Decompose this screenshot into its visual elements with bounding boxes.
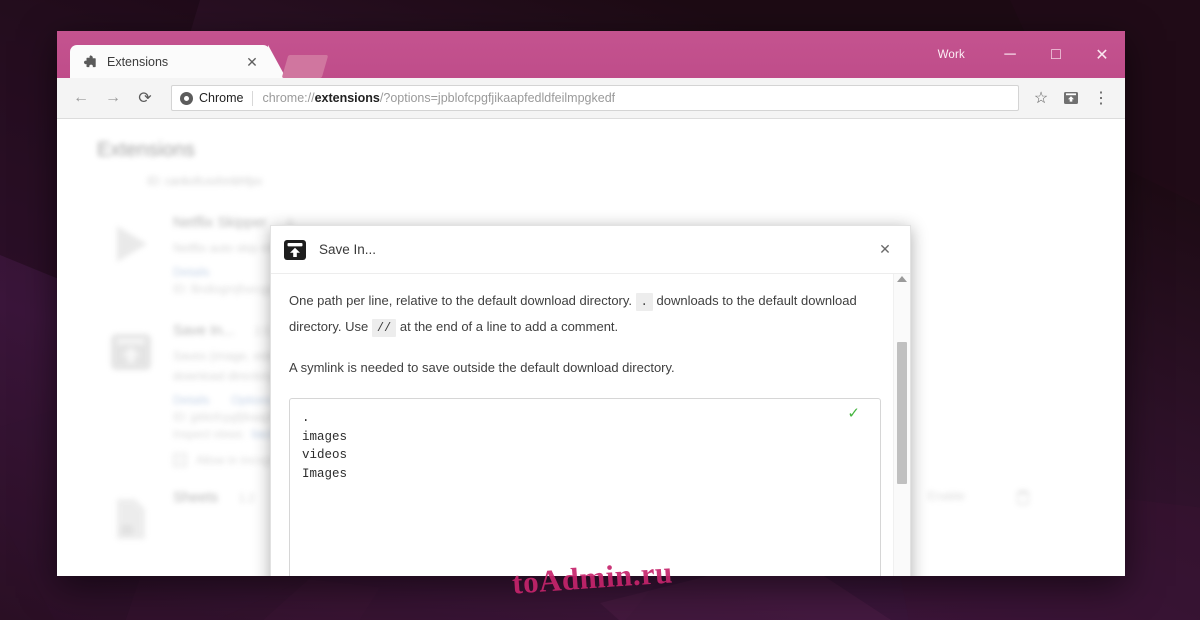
- options-link[interactable]: Options: [231, 393, 272, 407]
- checkbox-box: [173, 452, 187, 467]
- chrome-menu-icon[interactable]: ⋮: [1087, 84, 1115, 112]
- url-suffix: /?options=jpblofcpgfjikaapfedldfeilmpgke…: [379, 91, 616, 105]
- browser-window: Extensions ✕ Work ─ □ ✕ ← → ⟳ Chrome chr…: [57, 31, 1125, 576]
- url-text: chrome://extensions/?options=jpblofcpgfj…: [262, 91, 615, 105]
- chrome-logo-icon: [180, 91, 193, 105]
- dialog-header: Save In... ✕: [271, 226, 910, 274]
- paragraph1-part1: One path per line, relative to the defau…: [289, 293, 633, 308]
- dialog-paragraph-2: A symlink is needed to save outside the …: [289, 359, 675, 375]
- extension-id-top: ID: cankofcoohmbhfpo: [147, 176, 263, 188]
- extension-version: 1.2: [238, 492, 255, 505]
- dialog-title: Save In...: [319, 242, 377, 257]
- extension-name: Netflix Skipper: [173, 215, 267, 231]
- extension-name: Save In...: [173, 322, 235, 339]
- tab-title: Extensions: [107, 54, 169, 69]
- reload-icon[interactable]: ⟳: [131, 84, 159, 112]
- trash-icon[interactable]: [1016, 489, 1030, 505]
- details-link[interactable]: Details: [173, 393, 210, 407]
- back-icon[interactable]: ←: [67, 84, 95, 112]
- minimize-button[interactable]: ─: [987, 31, 1033, 78]
- dialog-scrollbar[interactable]: [893, 274, 910, 576]
- save-in-download-box-icon: [284, 239, 306, 260]
- address-bar[interactable]: Chrome chrome://extensions/?options=jpbl…: [171, 85, 1019, 111]
- save-in-extension-icon[interactable]: [1057, 84, 1085, 112]
- dialog-close-icon[interactable]: ✕: [874, 239, 896, 261]
- paragraph1-part3: at the end of a line to add a comment.: [399, 319, 619, 335]
- paths-textarea-wrapper: ✓: [289, 398, 881, 576]
- paths-textarea[interactable]: [289, 398, 881, 576]
- puzzle-piece-icon: [84, 54, 96, 67]
- tab-extensions[interactable]: Extensions ✕: [70, 45, 286, 78]
- url-prefix: chrome://: [262, 91, 315, 105]
- browser-toolbar: ← → ⟳ Chrome chrome://extensions/?option…: [57, 78, 1125, 119]
- save-in-options-dialog: Save In... ✕ One path per line, relative…: [270, 225, 911, 576]
- inline-code-dot: .: [635, 293, 653, 311]
- close-window-button[interactable]: ✕: [1079, 31, 1125, 78]
- forward-icon[interactable]: →: [99, 84, 127, 112]
- details-link[interactable]: Details: [173, 265, 210, 279]
- omnibox-divider: [252, 90, 254, 106]
- scrollbar-thumb[interactable]: [897, 342, 907, 484]
- enable-checkbox-label[interactable]: Enable: [928, 489, 965, 503]
- dialog-body: One path per line, relative to the defau…: [271, 274, 910, 576]
- profile-chip[interactable]: Work: [930, 46, 973, 64]
- maximize-button[interactable]: □: [1033, 31, 1079, 78]
- extension-name: Sheets: [173, 489, 219, 506]
- window-controls: Work ─ □ ✕: [930, 31, 1125, 78]
- scheme-label: Chrome: [199, 91, 244, 105]
- dialog-paragraph-1: One path per line, relative to the defau…: [289, 288, 876, 341]
- tab-close-icon[interactable]: ✕: [242, 52, 262, 72]
- inspect-views-label: Inspect views:: [173, 428, 246, 441]
- page-title: Extensions: [97, 139, 195, 161]
- save-in-extension-icon: [111, 333, 151, 370]
- validation-check-icon: ✓: [847, 405, 860, 423]
- inline-code-slashes: //: [371, 319, 397, 338]
- extensions-page: Extensions ID: cankofcoohmbhfpo Netflix …: [57, 119, 1125, 576]
- bookmark-star-icon[interactable]: ☆: [1027, 84, 1055, 112]
- sheets-document-icon: [117, 498, 145, 539]
- browser-titlebar: Extensions ✕ Work ─ □ ✕: [57, 31, 1125, 78]
- screen: Extensions ✕ Work ─ □ ✕ ← → ⟳ Chrome chr…: [0, 0, 1200, 620]
- url-bold-part: extensions: [314, 91, 380, 105]
- new-tab-button[interactable]: [281, 55, 329, 78]
- play-triangle-icon: [117, 226, 147, 262]
- scroll-up-arrow-icon[interactable]: [897, 276, 907, 282]
